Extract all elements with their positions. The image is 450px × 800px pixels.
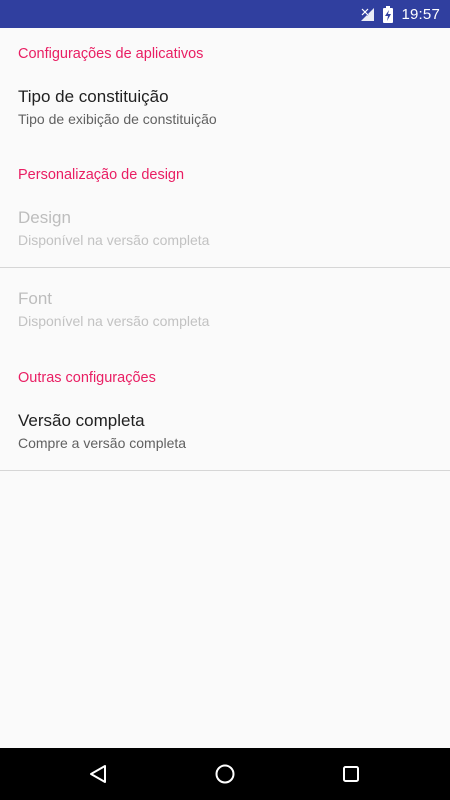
signal-off-icon: [359, 6, 375, 22]
category-app-settings: Configurações de aplicativos: [18, 46, 204, 62]
divider: [0, 267, 450, 268]
category-design: Personalização de design: [18, 167, 185, 183]
pref-summary: Disponível na versão completa: [18, 313, 210, 329]
pref-design: Design Disponível na versão completa: [0, 207, 450, 250]
navigation-bar: [0, 748, 450, 800]
status-bar: 19:57: [0, 0, 450, 28]
category-other-settings: Outras configurações: [18, 370, 156, 386]
battery-charging-icon: [383, 5, 394, 23]
pref-full-version[interactable]: Versão completa Compre a versão completa: [0, 410, 450, 453]
status-clock: 19:57: [401, 5, 440, 23]
pref-summary: Compre a versão completa: [18, 435, 187, 451]
divider: [0, 470, 450, 471]
settings-list: Configurações de aplicativos Tipo de con…: [0, 28, 450, 748]
back-icon[interactable]: [68, 748, 128, 800]
pref-title: Tipo de constituição: [18, 87, 169, 106]
pref-title: Font: [18, 289, 53, 308]
pref-summary: Disponível na versão completa: [18, 232, 210, 248]
pref-title: Versão completa: [18, 411, 145, 430]
pref-font: Font Disponível na versão completa: [0, 288, 450, 331]
pref-constitution-type[interactable]: Tipo de constituição Tipo de exibição de…: [0, 86, 450, 129]
home-icon[interactable]: [195, 748, 255, 800]
pref-summary: Tipo de exibição de constituição: [18, 111, 217, 127]
pref-title: Design: [18, 208, 71, 227]
recents-icon[interactable]: [321, 748, 381, 800]
